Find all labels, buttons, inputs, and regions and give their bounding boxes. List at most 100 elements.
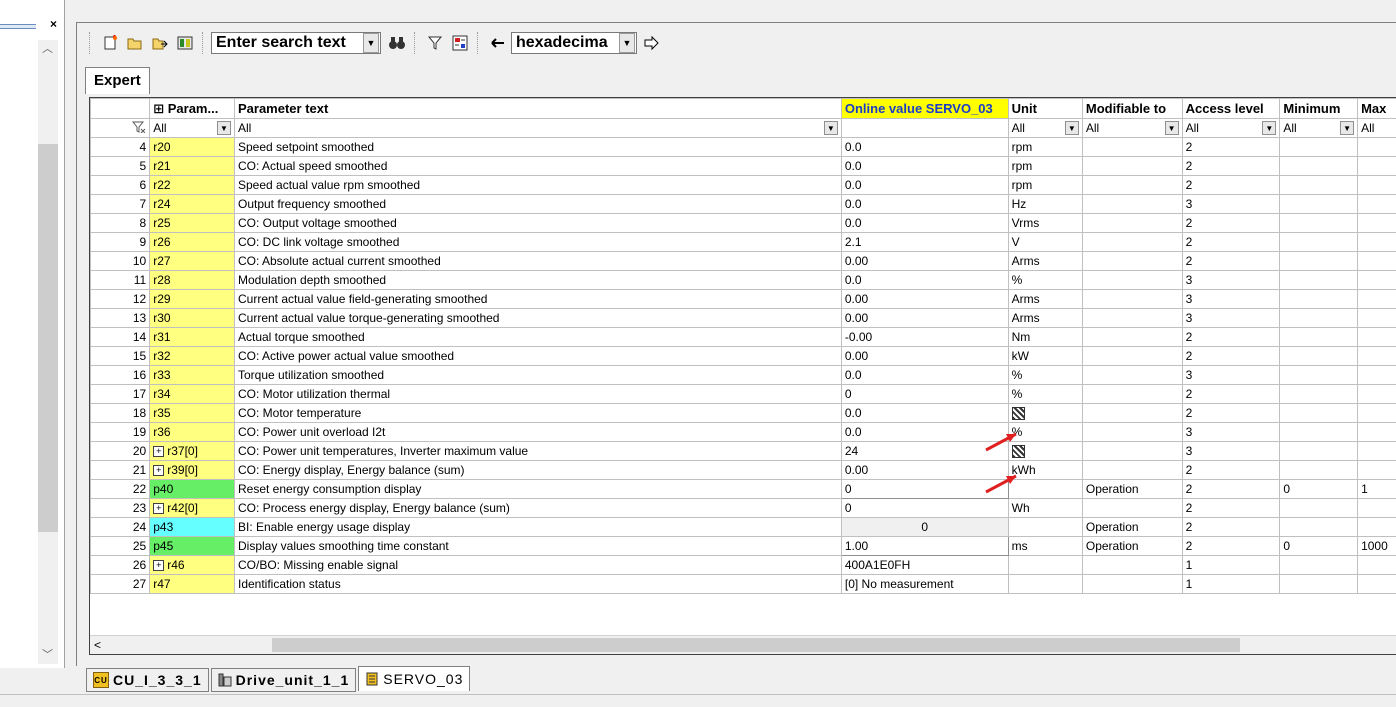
table-row[interactable]: 19 r36 CO: Power unit overload I2t 0.0% 3 <box>90 422 1396 442</box>
param-cell[interactable]: p43 <box>149 517 235 537</box>
param-cell[interactable]: p45 <box>149 536 235 556</box>
table-row[interactable]: 18 r35 CO: Motor temperature 0.0 2 <box>90 403 1396 423</box>
table-row[interactable]: 20 + r37[0] CO: Power unit temperatures, In… <box>90 441 1396 461</box>
table-row[interactable]: 4 r20 Speed setpoint smoothed 0.0 rpm 2 <box>90 137 1396 157</box>
filter-access[interactable]: All ▼ <box>1181 118 1281 138</box>
table-row[interactable]: 7 r24 Output frequency smoothed 0.0 Hz 3 <box>90 194 1396 214</box>
param-cell[interactable]: p40 <box>149 479 235 499</box>
table-row[interactable]: 24 p43 BI: Enable energy usage display 0 Ope… <box>90 517 1396 537</box>
filter-settings-icon[interactable] <box>448 31 472 55</box>
filter-param[interactable]: All ▼ <box>149 118 235 138</box>
scrollbar-thumb[interactable] <box>38 144 58 532</box>
table-row[interactable]: 22 p40 Reset energy consumption display 0 Op… <box>90 479 1396 499</box>
filter-minimum[interactable]: All ▼ <box>1279 118 1359 138</box>
expand-icon[interactable]: + <box>153 446 165 458</box>
search-input[interactable]: Enter search text ▼ <box>211 32 381 54</box>
param-cell[interactable]: r34 <box>149 384 235 404</box>
filter-modifiable[interactable]: All ▼ <box>1081 118 1183 138</box>
column-header-text[interactable]: Parameter text <box>233 98 842 119</box>
param-cell[interactable]: + r42[0] <box>149 498 235 518</box>
column-header-online-value[interactable]: Online value SERVO_03 <box>840 98 1009 119</box>
param-cell[interactable]: r33 <box>149 365 235 385</box>
param-cell[interactable]: r22 <box>149 175 235 195</box>
param-cell[interactable]: r30 <box>149 308 235 328</box>
table-row[interactable]: 21 + r39[0] CO: Energy display, Energy bala… <box>90 460 1396 480</box>
param-cell[interactable]: r47 <box>149 574 235 594</box>
filter-max[interactable]: All <box>1357 118 1396 138</box>
table-row[interactable]: 27 r47 Identification status [0] No measure… <box>90 574 1396 594</box>
tab-servo[interactable]: SERVO_03 <box>358 666 471 691</box>
table-row[interactable]: 13 r30 Current actual value torque-generat… <box>90 308 1396 328</box>
dropdown-arrow-icon[interactable]: ▼ <box>823 121 838 135</box>
dropdown-arrow-icon[interactable]: ▼ <box>1064 121 1079 135</box>
table-row[interactable]: 16 r33 Torque utilization smoothed 0.0% 3 <box>90 365 1396 385</box>
column-header-minimum[interactable]: Minimum <box>1279 98 1359 119</box>
table-row[interactable]: 12 r29 Current actual value field-generati… <box>90 289 1396 309</box>
table-row[interactable]: 14 r31 Actual torque smoothed -0.00 Nm 2 <box>90 327 1396 347</box>
column-header-modifiable[interactable]: Modifiable to <box>1081 98 1183 119</box>
table-row[interactable]: 10 r27 CO: Absolute actual current smoothe… <box>90 251 1396 271</box>
dropdown-arrow-icon[interactable]: ▼ <box>1340 121 1355 135</box>
table-row[interactable]: 6 r22 Speed actual value rpm smoothed 0.0 rp… <box>90 175 1396 195</box>
param-cell[interactable]: r28 <box>149 270 235 290</box>
param-cell[interactable]: r31 <box>149 327 235 347</box>
table-row[interactable]: 17 r34 CO: Motor utilization thermal 0% 2 <box>90 384 1396 404</box>
param-cell[interactable]: r27 <box>149 251 235 271</box>
dropdown-arrow-icon[interactable]: ▼ <box>1164 121 1179 135</box>
param-cell[interactable]: + r46 <box>149 555 235 575</box>
param-cell[interactable]: r24 <box>149 194 235 214</box>
dropdown-arrow-icon[interactable]: ▼ <box>363 33 379 53</box>
close-icon[interactable]: × <box>50 18 57 30</box>
param-cell[interactable]: + r39[0] <box>149 460 235 480</box>
dropdown-arrow-icon[interactable]: ▼ <box>216 121 231 135</box>
tab-drive-unit[interactable]: Drive_unit_1_1 <box>210 668 357 692</box>
back-arrow-icon[interactable] <box>486 31 510 55</box>
scrollbar-thumb[interactable] <box>272 638 1240 652</box>
column-header-access[interactable]: Access level <box>1181 98 1281 119</box>
param-cell[interactable]: r36 <box>149 422 235 442</box>
table-row[interactable]: 15 r32 CO: Active power actual value smoot… <box>90 346 1396 366</box>
param-cell[interactable]: r35 <box>149 403 235 423</box>
filter-icon[interactable] <box>423 31 447 55</box>
chevron-left-icon[interactable]: < <box>94 636 101 654</box>
param-cell[interactable]: r25 <box>149 213 235 233</box>
number-format-select[interactable]: hexadecima ▼ <box>511 32 637 54</box>
tab-cu[interactable]: CU CU_I_3_3_1 <box>86 668 209 692</box>
param-cell[interactable]: r26 <box>149 232 235 252</box>
column-header-max[interactable]: Max <box>1357 98 1396 119</box>
chevron-up-icon[interactable]: ︿ <box>42 40 53 56</box>
online-value-cell[interactable]: 0 <box>840 517 1009 537</box>
table-row[interactable]: 25 p45 Display values smoothing time const… <box>90 536 1396 556</box>
table-row[interactable]: 5 r21 CO: Actual speed smoothed 0.0 rpm 2 <box>90 156 1396 176</box>
compare-icon[interactable] <box>173 31 197 55</box>
table-row[interactable]: 23 + r42[0] CO: Process energy display, Ene… <box>90 498 1396 518</box>
online-value-cell[interactable]: 1.00 <box>840 536 1009 556</box>
column-header-unit[interactable]: Unit <box>1007 98 1083 119</box>
go-arrow-icon[interactable] <box>639 31 663 55</box>
table-row[interactable]: 8 r25 CO: Output voltage smoothed 0.0 Vrms 2 <box>90 213 1396 233</box>
param-cell[interactable]: + r37[0] <box>149 441 235 461</box>
expand-icon[interactable]: + <box>153 560 165 572</box>
export-icon[interactable] <box>148 31 172 55</box>
param-cell[interactable]: r29 <box>149 289 235 309</box>
dropdown-arrow-icon[interactable]: ▼ <box>1262 121 1277 135</box>
param-cell[interactable]: r32 <box>149 346 235 366</box>
new-item-icon[interactable] <box>98 31 122 55</box>
param-cell[interactable]: r20 <box>149 137 235 157</box>
param-cell[interactable]: r21 <box>149 156 235 176</box>
filter-unit[interactable]: All ▼ <box>1007 118 1083 138</box>
filter-clear-icon[interactable] <box>90 118 151 138</box>
expand-icon[interactable]: + <box>153 465 165 477</box>
table-row[interactable]: 11 r28 Modulation depth smoothed 0.0% 3 <box>90 270 1396 290</box>
expand-icon[interactable]: + <box>153 503 165 515</box>
chevron-down-icon[interactable]: ﹀ <box>42 646 53 662</box>
horizontal-scrollbar[interactable]: < <box>90 635 1396 654</box>
dropdown-arrow-icon[interactable]: ▼ <box>619 33 635 53</box>
table-row[interactable]: 26 + r46 CO/BO: Missing enable signal 400A1E… <box>90 555 1396 575</box>
open-folder-icon[interactable] <box>123 31 147 55</box>
tab-expert-list[interactable]: Expert list <box>85 67 150 115</box>
table-row[interactable]: 9 r26 CO: DC link voltage smoothed 2.1 V 2 <box>90 232 1396 252</box>
filter-text[interactable]: All ▼ <box>233 118 842 138</box>
binoculars-search-icon[interactable] <box>385 31 409 55</box>
column-header-param[interactable]: ⊞ Param... <box>149 98 235 119</box>
